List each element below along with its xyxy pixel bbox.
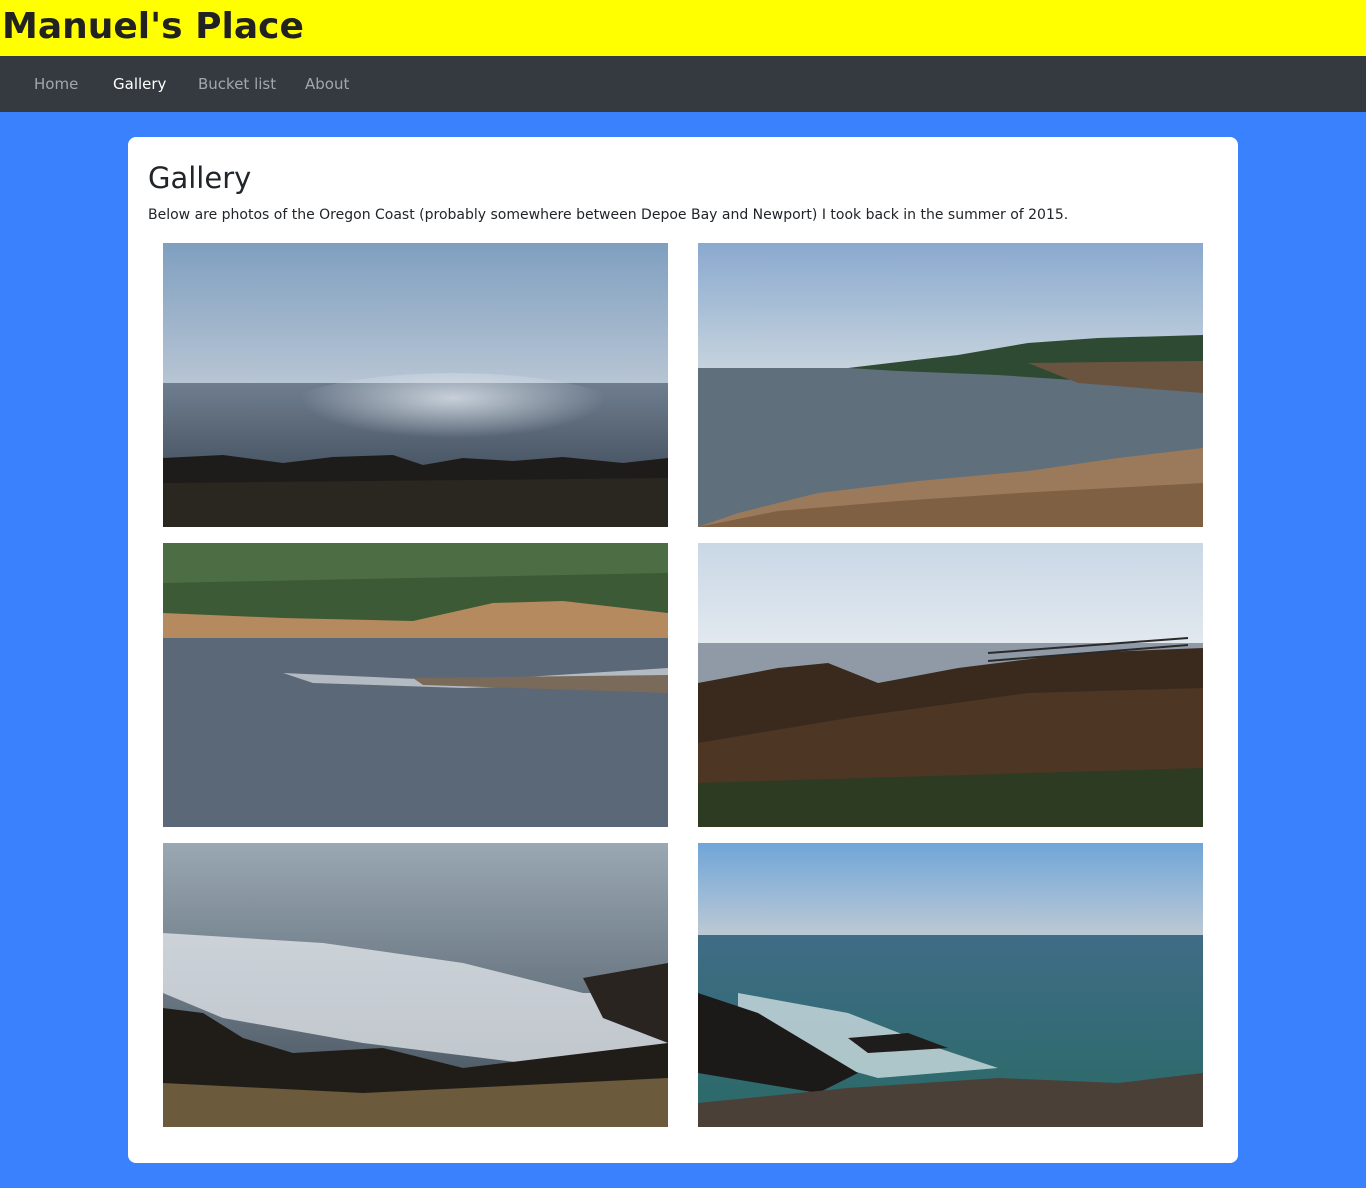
gallery-description: Below are photos of the Oregon Coast (pr… xyxy=(148,207,1069,223)
site-title: Manuel's Place xyxy=(2,6,304,47)
gallery-photo-6[interactable] xyxy=(698,843,1203,1127)
nav-item-gallery[interactable]: Gallery xyxy=(113,56,166,112)
site-header: Manuel's Place xyxy=(0,0,1366,56)
gallery-photo-2[interactable] xyxy=(698,243,1203,527)
gallery-photo-3[interactable] xyxy=(163,543,668,827)
nav-item-home[interactable]: Home xyxy=(34,56,78,112)
gallery-card: Gallery Below are photos of the Oregon C… xyxy=(128,137,1238,1163)
nav-item-about[interactable]: About xyxy=(305,56,349,112)
gallery-photo-5[interactable] xyxy=(163,843,668,1127)
nav-item-bucket-list[interactable]: Bucket list xyxy=(198,56,276,112)
gallery-photo-1[interactable] xyxy=(163,243,668,527)
page-title: Gallery xyxy=(148,161,252,195)
gallery-photo-4[interactable] xyxy=(698,543,1203,827)
navbar: Home Gallery Bucket list About xyxy=(0,56,1366,112)
